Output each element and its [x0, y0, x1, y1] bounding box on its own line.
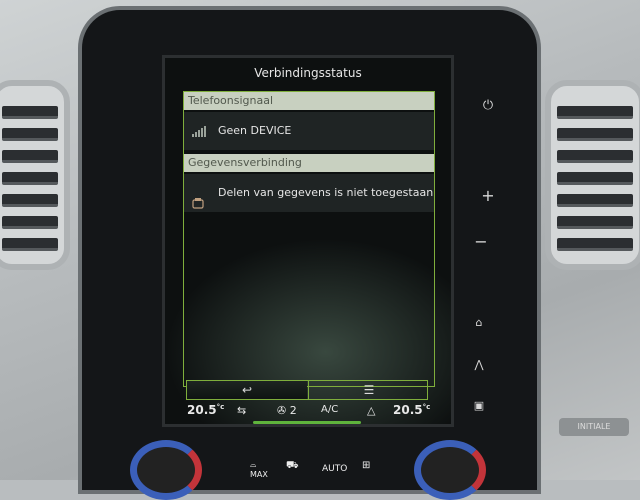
left-air-vent: [0, 80, 70, 270]
left-temperature[interactable]: 20.5°c: [187, 403, 224, 417]
status-panel: Telefoonsignaal Geen DEVICE Gegevensverb…: [183, 91, 435, 387]
airflow-direction-icon[interactable]: ⇆: [237, 404, 246, 417]
fan-icon[interactable]: ✇ 2: [277, 404, 297, 417]
back-button[interactable]: ↩: [187, 381, 307, 399]
right-temperature-knob[interactable]: [414, 440, 486, 500]
data-sharing-icon: [192, 187, 210, 209]
settings-button[interactable]: ▣: [468, 399, 490, 412]
phone-signal-status: Geen DEVICE: [218, 124, 292, 137]
list-item-phone-signal[interactable]: Geen DEVICE: [184, 112, 434, 150]
climate-indicator-line: [253, 421, 361, 424]
section-header-data-connection: Gegevensverbinding: [184, 154, 434, 172]
bottom-action-bar: ↩ ☰: [186, 380, 428, 400]
recirculation-icon[interactable]: △: [367, 404, 375, 417]
volume-up-button[interactable]: +: [477, 186, 499, 205]
rear-window-icon: ⊞: [362, 460, 371, 471]
home-button[interactable]: ⌂: [468, 316, 490, 329]
signal-bars-icon: [192, 125, 210, 137]
right-temperature[interactable]: 20.5°c: [393, 403, 430, 417]
right-air-vent: [545, 80, 640, 270]
max-defrost-button[interactable]: ⌓ MAX: [250, 460, 268, 479]
rear-defrost-button[interactable]: ⛟: [286, 460, 299, 473]
defrost-icon: ⌓: [250, 460, 257, 469]
section-header-phone-signal: Telefoonsignaal: [184, 92, 434, 110]
rear-window-heat-button[interactable]: ⊞: [362, 460, 370, 471]
auto-button[interactable]: AUTO: [322, 464, 347, 474]
power-button[interactable]: ⏻: [477, 98, 499, 113]
climate-status-bar: 20.5°c ⇆ ✇ 2 A/C △ 20.5°c: [165, 402, 451, 424]
fan-level: 2: [289, 404, 297, 417]
page-title: Verbindingsstatus: [254, 66, 362, 80]
trim-badge: INITIALE: [559, 418, 629, 436]
list-icon: ☰: [363, 383, 375, 397]
list-menu-button[interactable]: ☰: [308, 381, 429, 399]
navigation-button[interactable]: ⋀: [468, 358, 490, 371]
left-temperature-knob[interactable]: [130, 440, 202, 500]
back-arrow-icon: ↩: [241, 383, 253, 397]
infotainment-screen: Verbindingsstatus Telefoonsignaal Geen D…: [162, 55, 454, 427]
car-defrost-icon: ⛟: [286, 460, 299, 471]
volume-down-button[interactable]: −: [470, 232, 492, 251]
list-item-data-connection[interactable]: Delen van gegevens is niet toegestaan: [184, 174, 434, 212]
ac-label[interactable]: A/C: [321, 404, 338, 415]
data-connection-status: Delen van gegevens is niet toegestaan: [218, 186, 434, 199]
